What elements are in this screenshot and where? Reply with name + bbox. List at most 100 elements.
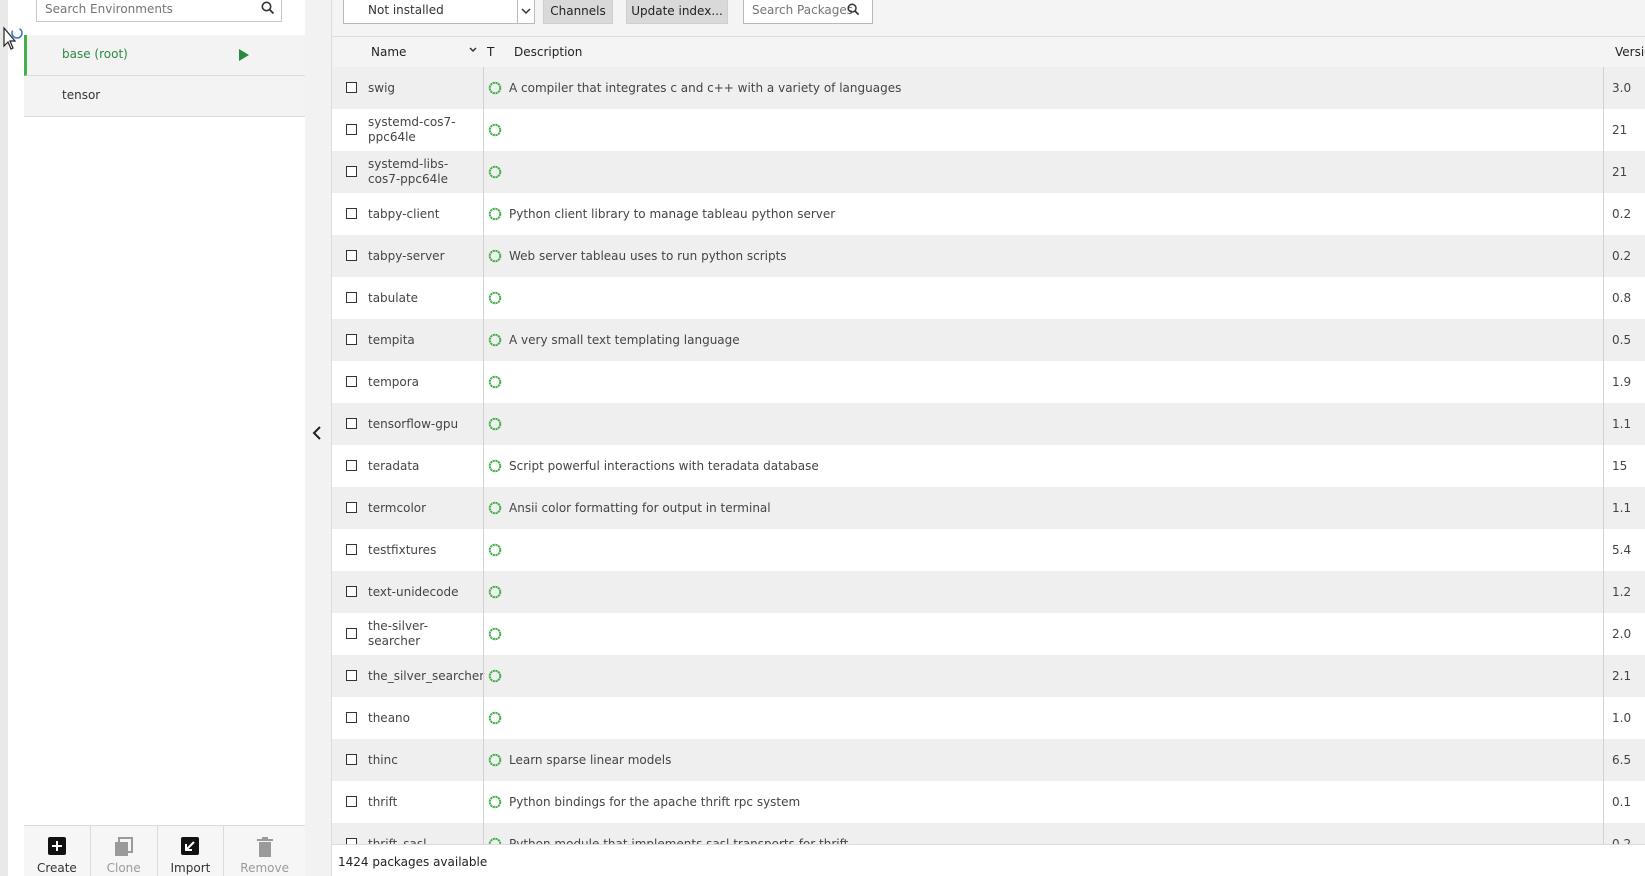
name-column-header[interactable]: Name — [371, 45, 406, 59]
table-row[interactable]: tabpy-client Python client library to man… — [332, 193, 1645, 235]
column-divider — [1603, 193, 1604, 235]
column-divider — [483, 319, 484, 361]
status-ring-icon[interactable] — [488, 291, 502, 308]
column-divider — [483, 529, 484, 571]
package-name: the-silver-searcher — [368, 619, 428, 648]
package-name: thinc — [368, 752, 398, 767]
package-filter-select[interactable]: Not installed — [343, 0, 535, 24]
clone-label: Clone — [106, 861, 141, 875]
status-ring-icon[interactable] — [488, 627, 502, 644]
row-checkbox[interactable] — [346, 82, 357, 93]
table-row[interactable]: thrift Python bindings for the apache thr… — [332, 781, 1645, 823]
sort-chevron-icon[interactable] — [468, 44, 478, 58]
package-version: 1.1 — [1612, 501, 1632, 515]
status-ring-icon[interactable] — [488, 459, 502, 476]
row-checkbox[interactable] — [346, 712, 357, 723]
row-checkbox[interactable] — [346, 250, 357, 261]
status-ring-icon[interactable] — [488, 543, 502, 560]
package-description: Python bindings for the apache thrift rp… — [509, 795, 801, 809]
column-divider — [1603, 781, 1604, 823]
status-ring-icon[interactable] — [488, 375, 502, 392]
row-checkbox[interactable] — [346, 460, 357, 471]
status-ring-icon[interactable] — [488, 669, 502, 686]
status-ring-icon[interactable] — [488, 81, 502, 98]
package-search-box[interactable] — [743, 0, 873, 24]
package-version: 0.5 — [1612, 333, 1632, 347]
type-column-header[interactable]: T — [487, 45, 494, 59]
create-button[interactable]: Create — [24, 826, 91, 876]
import-button[interactable]: Import — [158, 826, 225, 876]
search-icon[interactable] — [261, 1, 275, 18]
table-row[interactable]: termcolor Ansii color formatting for outp… — [332, 487, 1645, 529]
row-checkbox[interactable] — [346, 376, 357, 387]
column-divider — [483, 67, 484, 109]
table-row[interactable]: text-unidecode 1.2 — [332, 571, 1645, 613]
update-index-button[interactable]: Update index... — [626, 0, 728, 24]
description-column-header[interactable]: Description — [514, 45, 582, 59]
package-description: A very small text templating language — [509, 333, 740, 347]
table-row[interactable]: swig A compiler that integrates c and c++… — [332, 67, 1645, 109]
package-search-input[interactable] — [744, 0, 860, 21]
table-row[interactable]: tensorflow-gpu 1.1 — [332, 403, 1645, 445]
status-ring-icon[interactable] — [488, 711, 502, 728]
status-ring-icon[interactable] — [488, 123, 502, 140]
column-divider — [483, 193, 484, 235]
collapse-sidebar-handle[interactable] — [305, 0, 332, 876]
table-row[interactable]: systemd-cos7-ppc64le 21 — [332, 109, 1645, 151]
status-ring-icon[interactable] — [488, 753, 502, 770]
chevron-down-icon[interactable] — [517, 0, 534, 23]
remove-label: Remove — [240, 861, 289, 875]
row-checkbox[interactable] — [346, 544, 357, 555]
row-checkbox[interactable] — [346, 670, 357, 681]
table-row[interactable]: testfixtures 5.4 — [332, 529, 1645, 571]
table-row[interactable]: theano 1.0 — [332, 697, 1645, 739]
column-divider — [1603, 823, 1604, 845]
table-row[interactable]: the_silver_searcher 2.1 — [332, 655, 1645, 697]
table-row[interactable]: thinc Learn sparse linear models 6.5 — [332, 739, 1645, 781]
environment-item-base[interactable]: base (root) — [24, 35, 305, 76]
table-row[interactable]: tempora 1.9 — [332, 361, 1645, 403]
package-version: 1.2 — [1612, 585, 1632, 599]
environment-item-tensor[interactable]: tensor — [24, 76, 305, 117]
table-row[interactable]: teradata Script powerful interactions wit… — [332, 445, 1645, 487]
row-checkbox[interactable] — [346, 166, 357, 177]
row-checkbox[interactable] — [346, 124, 357, 135]
table-row[interactable]: tabulate 0.8 — [332, 277, 1645, 319]
chevron-left-icon[interactable] — [312, 426, 322, 443]
clone-button[interactable]: Clone — [91, 826, 158, 876]
row-checkbox[interactable] — [346, 418, 357, 429]
row-checkbox[interactable] — [346, 502, 357, 513]
environment-search-box[interactable] — [36, 0, 282, 22]
import-label: Import — [170, 861, 211, 875]
table-row[interactable]: systemd-libs-cos7-ppc64le 21 — [332, 151, 1645, 193]
search-icon[interactable] — [847, 3, 860, 19]
table-row[interactable]: thrift_sasl Python module that implements… — [332, 823, 1645, 845]
row-checkbox[interactable] — [346, 208, 357, 219]
row-checkbox[interactable] — [346, 292, 357, 303]
status-ring-icon[interactable] — [488, 249, 502, 266]
status-ring-icon[interactable] — [488, 165, 502, 182]
status-ring-icon[interactable] — [488, 417, 502, 434]
play-icon[interactable] — [238, 48, 250, 65]
status-ring-icon[interactable] — [488, 207, 502, 224]
status-ring-icon[interactable] — [488, 501, 502, 518]
row-checkbox[interactable] — [346, 334, 357, 345]
row-checkbox[interactable] — [346, 628, 357, 639]
version-column-header[interactable]: Versio — [1615, 45, 1645, 59]
column-divider — [1603, 487, 1604, 529]
environment-search-input[interactable] — [37, 0, 253, 19]
status-ring-icon[interactable] — [488, 585, 502, 602]
package-version: 6.5 — [1612, 753, 1632, 767]
packages-pane: Not installed Channels Update index... N… — [332, 0, 1645, 876]
column-divider — [483, 109, 484, 151]
table-row[interactable]: tempita A very small text templating lang… — [332, 319, 1645, 361]
row-checkbox[interactable] — [346, 754, 357, 765]
row-checkbox[interactable] — [346, 796, 357, 807]
status-ring-icon[interactable] — [488, 333, 502, 350]
table-row[interactable]: the-silver-searcher 2.0 — [332, 613, 1645, 655]
row-checkbox[interactable] — [346, 586, 357, 597]
channels-button[interactable]: Channels — [543, 0, 613, 24]
remove-button[interactable]: Remove — [224, 826, 305, 876]
table-row[interactable]: tabpy-server Web server tableau uses to r… — [332, 235, 1645, 277]
status-ring-icon[interactable] — [488, 795, 502, 812]
